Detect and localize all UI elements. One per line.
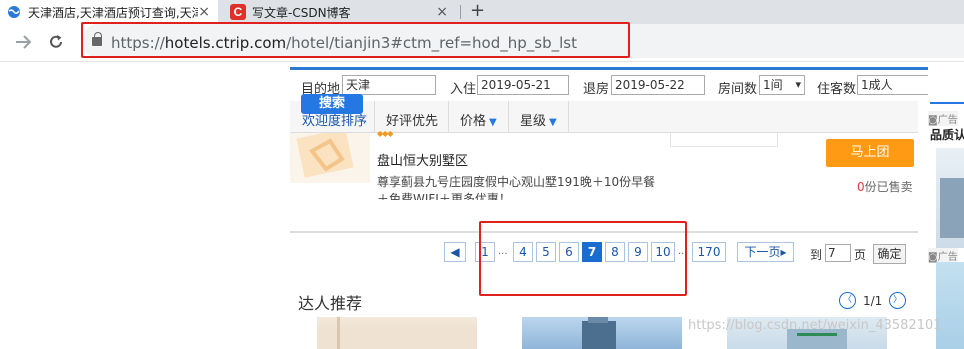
close-tab-icon[interactable]: × — [198, 4, 210, 20]
tab-title: 天津酒店,天津酒店预订查询,天津 — [28, 5, 198, 20]
blog-watermark: https://blog.csdn.net/weixin_43582101 — [688, 318, 942, 333]
dropdown-triangle-icon: ▼ — [549, 117, 557, 128]
listing-box-edge — [670, 133, 778, 147]
carousel-prev-icon[interactable]: 〈 — [839, 292, 856, 309]
ad-label: ◙广告 — [928, 248, 958, 263]
new-tab-button[interactable]: + — [470, 0, 485, 21]
checkin-label: 入住 — [450, 82, 477, 97]
expert-thumbnail[interactable] — [317, 317, 477, 349]
tab-strip: 天津酒店,天津酒店预订查询,天津 × C 写文章-CSDN博客 × + — [0, 0, 964, 24]
search-button[interactable]: 搜索 — [301, 94, 363, 114]
pagination-highlight-box — [479, 221, 687, 296]
url-highlight-box — [81, 22, 630, 58]
brand-text: 品质认 — [930, 128, 964, 142]
close-tab-icon[interactable]: × — [436, 4, 448, 20]
hotel-star-rating: ◆◆◆ — [377, 129, 394, 138]
tab-divider — [460, 5, 461, 19]
page-170[interactable]: 170 — [692, 242, 726, 262]
checkout-input[interactable]: 2019-05-22 — [611, 75, 705, 95]
reload-icon[interactable] — [47, 33, 65, 51]
ad-image[interactable] — [936, 148, 964, 248]
guests-label: 住客数 — [817, 82, 857, 97]
ad-image[interactable] — [936, 262, 964, 349]
globe-icon — [8, 6, 20, 18]
sort-divider — [374, 101, 375, 133]
sort-divider — [568, 101, 569, 133]
sort-rating[interactable]: 好评优先 — [386, 110, 438, 129]
sort-divider — [448, 101, 449, 133]
rooms-label: 房间数 — [718, 82, 758, 97]
carousel-counter: 1/1 — [863, 294, 883, 308]
csdn-logo-icon: C — [230, 4, 246, 20]
carousel-next-icon[interactable]: 〉 — [889, 292, 906, 309]
hotel-thumbnail[interactable] — [290, 133, 370, 183]
group-buy-button[interactable]: 马上团 — [826, 139, 914, 167]
sold-count: 0份已售卖 — [857, 180, 913, 194]
tab-title: 写文章-CSDN博客 — [252, 5, 351, 20]
goto-label: 到 — [810, 248, 823, 262]
dropdown-triangle-icon: ▼ — [489, 117, 497, 128]
goto-page-input[interactable]: 7 — [825, 244, 851, 262]
sort-divider — [508, 101, 509, 133]
checkout-label: 退房 — [583, 82, 610, 97]
tab-tianjin-hotels[interactable]: 天津酒店,天津酒店预订查询,天津 × — [0, 0, 218, 24]
hotel-description: 尊享蓟县九号庄园度假中心观山墅191晚＋10份早餐 ＋免费WIFI＋更多优惠！ — [377, 175, 656, 200]
sort-stars[interactable]: 星级 ▼ — [520, 110, 557, 129]
next-page-button[interactable]: 下一页▸ — [737, 242, 794, 262]
ad-label: ◙广告 — [928, 111, 958, 126]
rooms-select[interactable]: 1间 — [759, 75, 805, 95]
page-unit-label: 页 — [854, 248, 867, 262]
tab-csdn-write[interactable]: C 写文章-CSDN博客 × — [224, 0, 456, 24]
hotel-name[interactable]: 盘山恒大别墅区 — [377, 150, 468, 169]
sort-price[interactable]: 价格 ▼ — [460, 110, 497, 129]
experts-title: 达人推荐 — [298, 294, 363, 313]
destination-input[interactable]: 天津 — [342, 75, 436, 95]
expert-thumbnail[interactable] — [522, 317, 682, 349]
checkin-input[interactable]: 2019-05-21 — [477, 75, 569, 95]
prev-page-button[interactable]: ◀ — [444, 242, 466, 262]
ad-strip — [930, 102, 964, 104]
goto-confirm-button[interactable]: 确定 — [873, 244, 906, 264]
right-ad-column: ◙广告 品质认 ◙广告 — [928, 62, 964, 349]
hotel-search-bar: 目的地 天津 入住 2019-05-21 退房 2019-05-22 房间数 1… — [290, 67, 964, 99]
forward-arrow-icon[interactable] — [14, 34, 34, 50]
